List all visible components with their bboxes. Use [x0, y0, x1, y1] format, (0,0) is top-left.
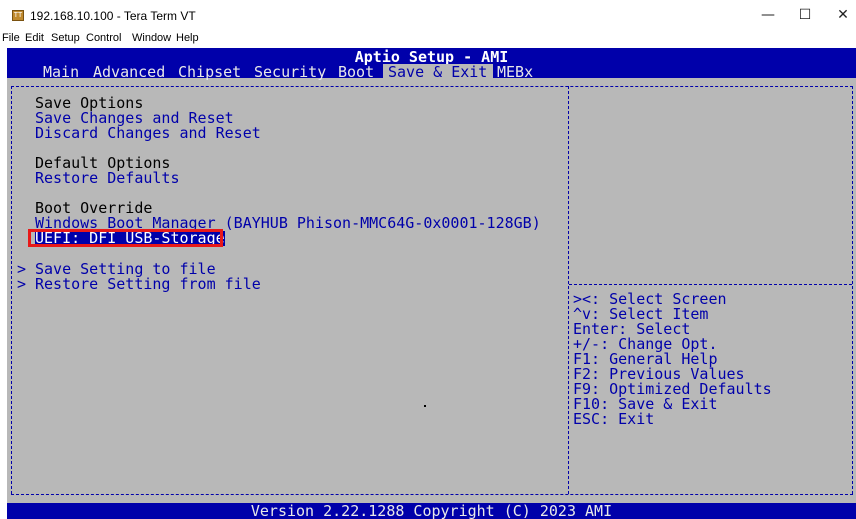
- minimize-button[interactable]: —: [753, 4, 783, 26]
- tab-main[interactable]: Main: [43, 65, 79, 80]
- menu-help[interactable]: Help: [176, 32, 199, 44]
- tab-advanced[interactable]: Advanced: [93, 65, 165, 80]
- window-titlebar: TT 192.168.10.100 - Tera Term VT — ☐ ✕: [0, 0, 856, 30]
- menu-file[interactable]: File: [2, 32, 20, 44]
- tab-chipset[interactable]: Chipset: [178, 65, 241, 80]
- highlight-annotation-box: [28, 229, 223, 247]
- maximize-button[interactable]: ☐: [790, 4, 820, 26]
- submenu-marker-restore: >: [17, 275, 27, 293]
- menubar: File Edit Setup Control Window Help: [0, 30, 856, 48]
- cursor-dot: [424, 405, 426, 407]
- menu-control[interactable]: Control: [86, 32, 121, 44]
- tab-security[interactable]: Security: [254, 65, 326, 80]
- bios-footer: Version 2.22.1288 Copyright (C) 2023 AMI: [7, 503, 856, 519]
- frame-top-border: [11, 86, 853, 88]
- bios-version-text: Version 2.22.1288 Copyright (C) 2023 AMI: [250, 502, 613, 519]
- teraterm-app-icon: TT: [12, 10, 24, 21]
- bios-header: Aptio Setup - AMI Main Advanced Chipset …: [7, 48, 856, 80]
- frame-right-border: [852, 86, 854, 494]
- frame-left-border: [11, 86, 13, 494]
- close-button[interactable]: ✕: [828, 4, 856, 26]
- frame-center-divider: [568, 86, 570, 494]
- tab-save-and-exit[interactable]: Save & Exit: [388, 65, 487, 80]
- menu-window[interactable]: Window: [132, 32, 171, 44]
- window-title: 192.168.10.100 - Tera Term VT: [30, 9, 196, 23]
- tab-boot[interactable]: Boot: [338, 65, 374, 80]
- help-esc-exit: ESC: Exit: [573, 410, 655, 428]
- frame-bottom-border: [11, 494, 853, 496]
- menu-setup[interactable]: Setup: [51, 32, 80, 44]
- menu-edit[interactable]: Edit: [25, 32, 44, 44]
- help-divider: [569, 284, 852, 286]
- discard-changes-and-reset-option[interactable]: Discard Changes and Reset: [35, 126, 261, 141]
- restore-setting-from-file-option[interactable]: Restore Setting from file: [35, 277, 261, 292]
- tab-mebx[interactable]: MEBx: [497, 65, 533, 80]
- restore-defaults-option[interactable]: Restore Defaults: [35, 171, 180, 186]
- terminal-screen[interactable]: Aptio Setup - AMI Main Advanced Chipset …: [7, 48, 856, 519]
